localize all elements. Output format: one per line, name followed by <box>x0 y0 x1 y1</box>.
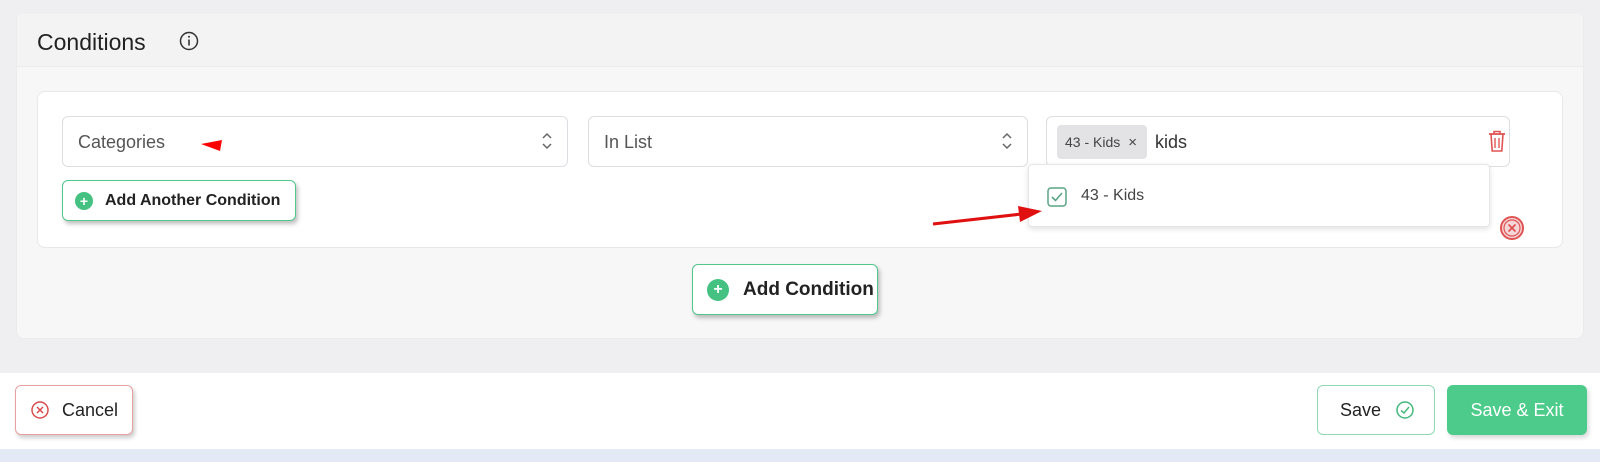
save-and-exit-button[interactable]: Save & Exit <box>1447 385 1587 435</box>
annotation-arrow-icon <box>932 206 1042 226</box>
chevron-up-down-icon <box>1002 132 1012 150</box>
chip-remove-icon[interactable]: × <box>1128 134 1137 151</box>
footer-bar: Cancel Save Save & Exit <box>0 373 1600 449</box>
annotation-arrow-icon <box>201 140 222 151</box>
check-circle-icon <box>1396 401 1414 419</box>
checkbox-checked-icon[interactable] <box>1047 187 1067 207</box>
chip-label: 43 - Kids <box>1065 134 1121 150</box>
cancel-button[interactable]: Cancel <box>15 385 133 435</box>
plus-circle-icon: + <box>75 191 93 210</box>
info-icon[interactable] <box>179 31 199 51</box>
cancel-label: Cancel <box>62 399 119 420</box>
plus-circle-icon: + <box>707 278 729 301</box>
dropdown-option-label: 43 - Kids <box>1081 187 1145 204</box>
add-condition-button[interactable]: + Add Condition <box>692 264 878 315</box>
add-another-condition-button[interactable]: + Add Another Condition <box>62 180 296 221</box>
save-label: Save <box>1340 399 1382 420</box>
chevron-up-down-icon <box>542 132 552 150</box>
add-condition-label: Add Condition <box>743 278 874 300</box>
selected-chip: 43 - Kids × <box>1057 125 1148 159</box>
field-select-value: Categories <box>78 132 166 152</box>
panel-title: Conditions <box>37 29 146 55</box>
multiselect-dropdown: 43 - Kids <box>1028 164 1490 227</box>
save-and-exit-label: Save & Exit <box>1470 399 1564 420</box>
operator-select[interactable]: In List <box>588 116 1028 167</box>
dropdown-option[interactable]: 43 - Kids <box>1029 165 1489 226</box>
panel-header: Conditions <box>17 13 1583 67</box>
close-circle-icon <box>31 401 49 419</box>
add-another-condition-label: Add Another Condition <box>105 191 281 209</box>
field-select[interactable]: Categories <box>62 116 568 167</box>
close-circle-icon[interactable] <box>1499 215 1525 241</box>
bottom-strip <box>0 449 1600 462</box>
multiselect-search-input[interactable]: kids <box>1155 132 1187 153</box>
trash-icon[interactable] <box>1486 129 1508 153</box>
operator-select-value: In List <box>604 132 653 152</box>
save-button[interactable]: Save <box>1317 385 1435 435</box>
value-multiselect[interactable]: 43 - Kids × kids <box>1046 116 1510 167</box>
